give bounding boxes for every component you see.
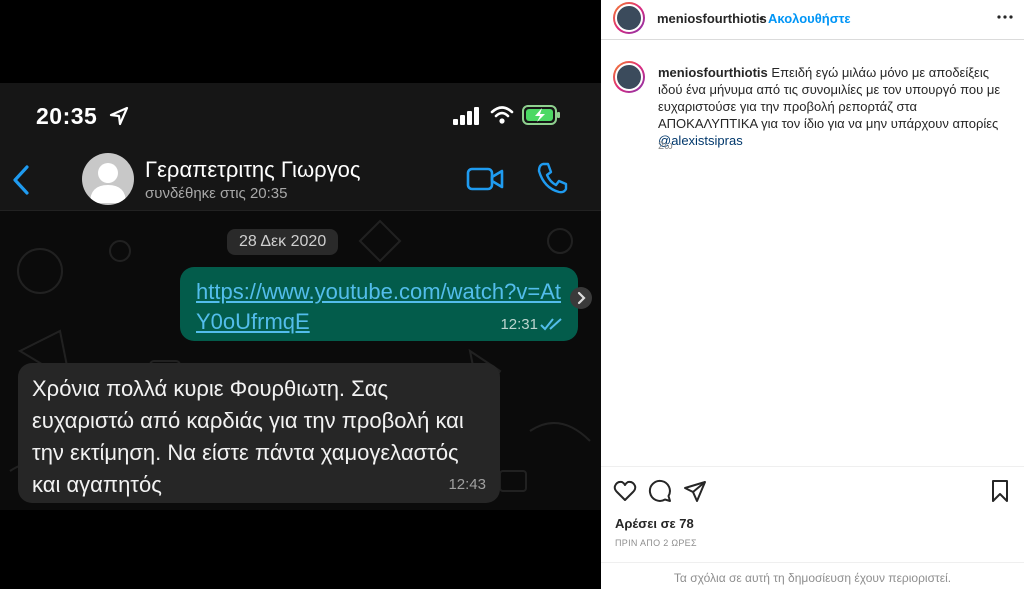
location-arrow-icon [109, 106, 129, 126]
chevron-right-icon [577, 291, 586, 305]
author-username[interactable]: meniosfourthiotis [657, 11, 767, 26]
incoming-message-bubble[interactable]: Χρόνια πολλά κυριε Φουρθιωτη. Σας ευχαρι… [18, 363, 500, 503]
battery-charging-icon [522, 105, 560, 125]
person-silhouette-icon [90, 163, 126, 203]
chat-header: Γεραπετριτης Γιωργος συνδέθηκε στις 20:3… [0, 149, 601, 211]
wifi-icon [490, 106, 514, 124]
post-media: 20:35 Γεραπετριτης Γιωργος συνδέθηκε στι… [0, 0, 601, 589]
post-caption: meniosfourthiotis Επειδή εγώ μιλάω μόνο … [658, 64, 1014, 149]
contact-avatar[interactable] [82, 153, 134, 205]
read-receipt-ticks-icon [540, 318, 562, 331]
status-time: 20:35 [36, 103, 98, 129]
post-side-panel: meniosfourthiotis • Ακολουθήστε meniosfo… [601, 0, 1024, 589]
post-timestamp[interactable]: ΠΡΙΝ ΑΠΟ 2 ΩΡΕΣ [615, 538, 697, 548]
comments-area: meniosfourthiotis Επειδή εγώ μιλάω μόνο … [601, 41, 1024, 465]
back-chevron-icon[interactable] [10, 163, 32, 197]
heart-icon[interactable] [613, 479, 637, 503]
voice-call-icon[interactable] [536, 161, 568, 195]
message-time: 12:31 [500, 316, 538, 333]
outgoing-message-bubble[interactable]: https://www.youtube.com/watch?v=AtY0oUfr… [180, 267, 578, 341]
caption-username[interactable]: meniosfourthiotis [658, 65, 768, 80]
bookmark-icon[interactable] [988, 479, 1012, 503]
phone-status-bar: 20:35 [0, 83, 601, 149]
follow-button[interactable]: Ακολουθήστε [768, 11, 851, 26]
caption-author-avatar[interactable] [613, 61, 645, 93]
header-separator: • [759, 11, 764, 26]
comments-limited-notice: Τα σχόλια σε αυτή τη δημοσίευση έχουν πε… [601, 562, 1024, 589]
cell-signal-icon [453, 107, 479, 125]
share-icon[interactable] [683, 479, 707, 503]
contact-name[interactable]: Γεραπετριτης Γιωργος [145, 157, 360, 183]
more-horizontal-icon[interactable] [996, 8, 1014, 26]
message-time: 12:43 [448, 476, 486, 493]
likes-count[interactable]: Αρέσει σε 78 [615, 516, 694, 531]
date-chip: 28 Δεκ 2020 [227, 229, 339, 255]
post-header: meniosfourthiotis • Ακολουθήστε [601, 0, 1024, 40]
forward-button[interactable] [570, 287, 592, 309]
video-call-icon[interactable] [466, 165, 504, 193]
comment-icon[interactable] [648, 479, 672, 503]
author-avatar[interactable] [613, 2, 645, 34]
chat-screenshot: 20:35 Γεραπετριτης Γιωργος συνδέθηκε στι… [0, 83, 601, 510]
message-text: Χρόνια πολλά κυριε Φουρθιωτη. Σας ευχαρι… [32, 376, 464, 497]
caption-age: 2ω [658, 140, 673, 152]
contact-last-seen: συνδέθηκε στις 20:35 [145, 185, 288, 202]
post-actions: Αρέσει σε 78 ΠΡΙΝ ΑΠΟ 2 ΩΡΕΣ Τα σχόλια σ… [601, 466, 1024, 589]
